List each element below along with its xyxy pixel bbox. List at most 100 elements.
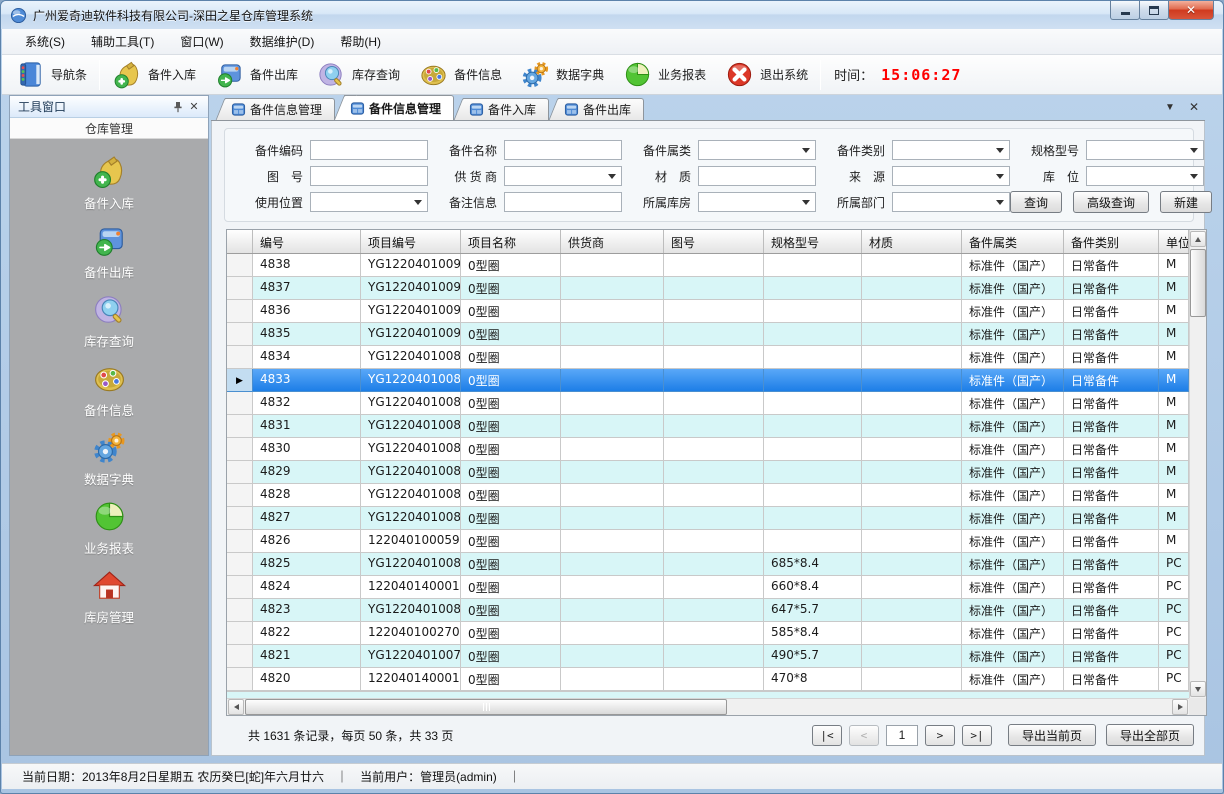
table-row[interactable]: ▶ 4821 YG12204010079 0型圈 490*5.7 标准件（国产）… — [227, 645, 1189, 668]
column-header[interactable]: 编号 — [253, 230, 361, 253]
export-current-page-button[interactable]: 导出当前页 — [1008, 724, 1096, 746]
toolbar-exit-button[interactable]: 退出系统 — [715, 57, 817, 93]
row-selector-cell[interactable]: ▶ — [227, 622, 253, 645]
maximize-button[interactable] — [1139, 1, 1169, 20]
source-select[interactable] — [892, 166, 1010, 186]
column-header[interactable]: 备件属类 — [962, 230, 1064, 253]
sidebar-close-button[interactable]: ✕ — [186, 99, 202, 115]
toolbar-data-dictionary-button[interactable]: 数据字典 — [511, 57, 613, 93]
new-button[interactable]: 新建 — [1160, 191, 1212, 213]
table-row[interactable]: ▶ 4825 YG12204010081 0型圈 685*8.4 标准件（国产）… — [227, 553, 1189, 576]
menu-item[interactable]: 窗口(W) — [167, 29, 236, 54]
document-tab[interactable]: 备件出库 — [558, 98, 644, 120]
table-row[interactable]: ▶ 4828 YG12204010083 0型圈 标准件（国产） 日常备件 — [227, 484, 1189, 507]
table-row[interactable]: ▶ 4837 YG12204010092 0型圈 标准件（国产） 日常备件 — [227, 277, 1189, 300]
column-header[interactable]: 备件类别 — [1064, 230, 1159, 253]
scroll-right-button[interactable] — [1172, 699, 1188, 715]
table-row[interactable]: ▶ 4830 YG12204010085 0型圈 标准件（国产） 日常备件 — [227, 438, 1189, 461]
column-header[interactable]: 单位 — [1159, 230, 1189, 253]
figure-no-input[interactable] — [310, 166, 428, 186]
toolbar-navigator-button[interactable]: 导航条 — [6, 57, 96, 93]
column-header[interactable]: 项目编号 — [361, 230, 461, 253]
department-select[interactable] — [892, 192, 1010, 212]
close-button[interactable]: ✕ — [1168, 1, 1214, 20]
table-row[interactable]: ▶ 4838 YG12204010093 0型圈 标准件（国产） 日常备件 — [227, 254, 1189, 277]
page-number-input[interactable]: 1 — [886, 725, 918, 746]
table-row[interactable]: ▶ 4822 1220401002700 0型圈 585*8.4 标准件（国产）… — [227, 622, 1189, 645]
usage-position-select[interactable] — [310, 192, 428, 212]
row-selector-cell[interactable]: ▶ — [227, 369, 253, 392]
row-selector-cell[interactable]: ▶ — [227, 645, 253, 668]
chevron-down-icon[interactable] — [798, 142, 814, 158]
row-selector-cell[interactable]: ▶ — [227, 530, 253, 553]
row-selector-cell[interactable]: ▶ — [227, 668, 253, 691]
chevron-down-icon[interactable] — [798, 194, 814, 210]
chevron-down-icon[interactable] — [1186, 168, 1202, 184]
table-row[interactable]: ▶ 4829 YG12204010084 0型圈 标准件（国产） 日常备件 — [227, 461, 1189, 484]
chevron-down-icon[interactable] — [604, 168, 620, 184]
tab-close-icon[interactable]: ✕ — [1187, 100, 1201, 114]
column-header[interactable]: 图号 — [664, 230, 764, 253]
column-header[interactable]: 材质 — [862, 230, 962, 253]
sidebar-item-parts-inbound[interactable]: 备件入库 — [49, 153, 169, 222]
table-row[interactable]: ▶ 4824 1220401400012 0型圈 660*8.4 标准件（国产）… — [227, 576, 1189, 599]
row-selector-cell[interactable]: ▶ — [227, 553, 253, 576]
table-row[interactable]: ▶ 4835 YG12204010090 0型圈 标准件（国产） 日常备件 — [227, 323, 1189, 346]
vertical-scrollbar[interactable] — [1189, 230, 1206, 698]
pin-button[interactable] — [170, 99, 186, 115]
table-row[interactable]: ▶ 4820 1220401400013 0型圈 470*8 标准件（国产） 日… — [227, 668, 1189, 691]
column-header[interactable]: 项目名称 — [461, 230, 561, 253]
menu-item[interactable]: 系统(S) — [12, 29, 78, 54]
supplier-select[interactable] — [504, 166, 622, 186]
sidebar-item-warehouse-mgmt[interactable]: 库房管理 — [49, 567, 169, 636]
row-selector-cell[interactable]: ▶ — [227, 300, 253, 323]
spec-model-select[interactable] — [1086, 140, 1204, 160]
sidebar-item-data-dictionary[interactable]: 数据字典 — [49, 429, 169, 498]
vertical-scroll-thumb[interactable] — [1190, 249, 1206, 317]
export-all-pages-button[interactable]: 导出全部页 — [1106, 724, 1194, 746]
part-code-input[interactable] — [310, 140, 428, 160]
sidebar-item-parts-outbound[interactable]: 备件出库 — [49, 222, 169, 291]
scroll-up-button[interactable] — [1190, 231, 1206, 247]
toolbar-parts-info-button[interactable]: 备件信息 — [409, 57, 511, 93]
first-page-button[interactable]: |< — [812, 725, 842, 746]
menu-item[interactable]: 帮助(H) — [327, 29, 394, 54]
last-page-button[interactable]: >| — [962, 725, 992, 746]
menu-item[interactable]: 辅助工具(T) — [78, 29, 167, 54]
row-selector-cell[interactable]: ▶ — [227, 484, 253, 507]
part-name-input[interactable] — [504, 140, 622, 160]
part-type-select[interactable] — [892, 140, 1010, 160]
sidebar-item-parts-info[interactable]: 备件信息 — [49, 360, 169, 429]
chevron-down-icon[interactable] — [410, 194, 426, 210]
row-selector-cell[interactable]: ▶ — [227, 507, 253, 530]
table-row[interactable]: ▶ 4823 YG12204010080 0型圈 647*5.7 标准件（国产）… — [227, 599, 1189, 622]
table-row[interactable]: ▶ 4833 YG12204010088 0型圈 标准件（国产） 日常备件 — [227, 369, 1189, 392]
part-class-select[interactable] — [698, 140, 816, 160]
query-button[interactable]: 查询 — [1010, 191, 1062, 213]
menu-item[interactable]: 数据维护(D) — [237, 29, 328, 54]
tab-list-dropdown-icon[interactable]: ▼ — [1163, 100, 1177, 114]
table-row[interactable]: ▶ 4836 YG12204010091 0型圈 标准件（国产） 日常备件 — [227, 300, 1189, 323]
row-selector-cell[interactable]: ▶ — [227, 438, 253, 461]
row-selector-cell[interactable]: ▶ — [227, 415, 253, 438]
row-selector-cell[interactable]: ▶ — [227, 323, 253, 346]
column-header[interactable]: 供货商 — [561, 230, 664, 253]
sidebar-item-stock-query[interactable]: 库存查询 — [49, 291, 169, 360]
horizontal-scrollbar[interactable] — [227, 698, 1189, 715]
chevron-down-icon[interactable] — [992, 142, 1008, 158]
chevron-down-icon[interactable] — [992, 168, 1008, 184]
sidebar-item-business-report[interactable]: 业务报表 — [49, 498, 169, 567]
document-tab[interactable]: 备件信息管理 — [225, 98, 335, 120]
row-selector-cell[interactable]: ▶ — [227, 346, 253, 369]
advanced-query-button[interactable]: 高级查询 — [1073, 191, 1149, 213]
chevron-down-icon[interactable] — [1186, 142, 1202, 158]
row-selector-cell[interactable]: ▶ — [227, 599, 253, 622]
table-row[interactable]: ▶ 4827 YG12204010082 0型圈 标准件（国产） 日常备件 — [227, 507, 1189, 530]
toolbar-business-report-button[interactable]: 业务报表 — [613, 57, 715, 93]
document-tab[interactable]: 备件信息管理 — [344, 95, 454, 120]
scroll-left-button[interactable] — [228, 699, 244, 715]
document-tab[interactable]: 备件入库 — [463, 98, 549, 120]
table-row[interactable]: ▶ 4826 1220401000599 0型圈 标准件（国产） 日常备件 — [227, 530, 1189, 553]
row-selector-cell[interactable]: ▶ — [227, 461, 253, 484]
scroll-down-button[interactable] — [1190, 681, 1206, 697]
